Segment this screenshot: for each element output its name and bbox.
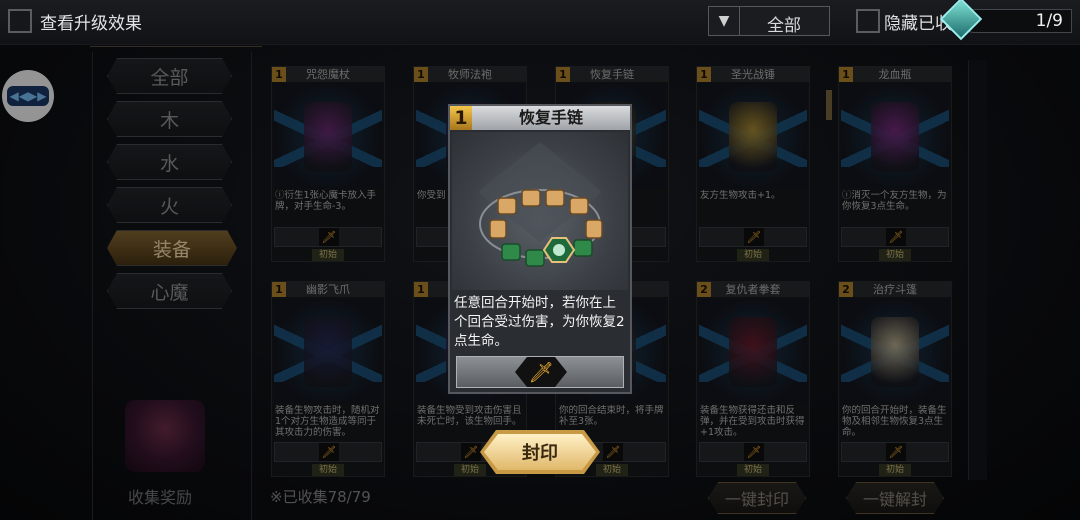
top-bar: 查看升级效果 ▼ 全部 隐藏已收 1/9 <box>0 0 1080 45</box>
popup-type-bar: 🗡 <box>456 356 624 388</box>
popup-header: 1 恢复手链 <box>450 106 630 130</box>
upgrade-effect-checkbox[interactable] <box>8 9 32 33</box>
seal-button-label: 封印 <box>522 443 558 464</box>
filter-dropdown[interactable]: ▼ 全部 <box>708 6 830 36</box>
popup-title: 恢复手链 <box>518 108 583 127</box>
dropdown-arrow-icon[interactable]: ▼ <box>709 7 740 35</box>
upgrade-effect-label: 查看升级效果 <box>40 14 142 34</box>
bracelet-art <box>452 132 628 290</box>
page-number: 1/9 <box>1035 11 1063 31</box>
bracelet-icon <box>478 142 603 267</box>
dagger-icon: 🗡 <box>515 357 567 387</box>
popup-description: 任意回合开始时，若你在上个回合受过伤害，为你恢复2点生命。 <box>454 295 625 349</box>
seal-button[interactable]: 封印 <box>484 434 596 470</box>
item-detail-popup: 1 恢复手链 任意回合开始时，若你在上个回合受过伤害，为你恢复2点生命。 🗡 <box>448 104 632 394</box>
hide-collected-checkbox[interactable] <box>856 9 880 33</box>
page-gem-icon <box>939 0 983 41</box>
filter-value: 全部 <box>767 16 801 36</box>
popup-level: 1 <box>450 106 472 130</box>
